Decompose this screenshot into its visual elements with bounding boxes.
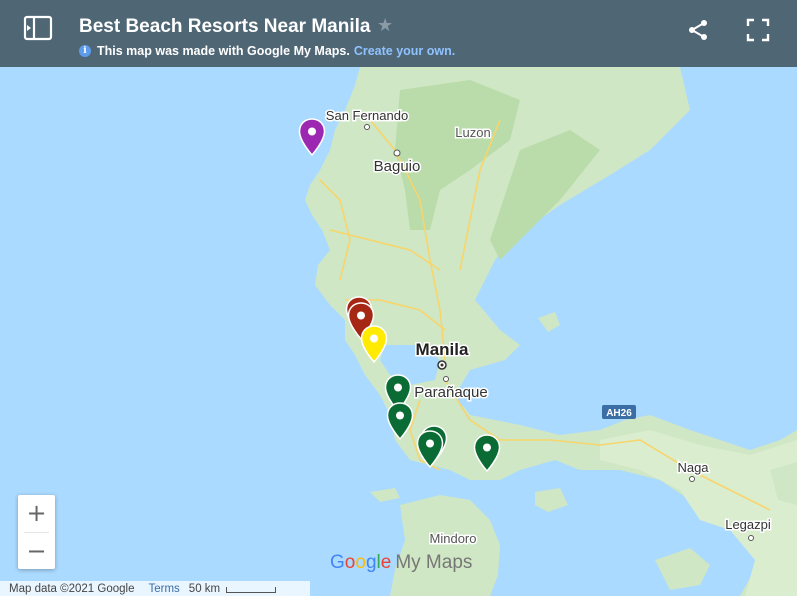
yellow-pin[interactable]: [360, 325, 388, 363]
fullscreen-icon[interactable]: [745, 17, 771, 43]
my-maps-text: My Maps: [395, 552, 473, 573]
create-own-link[interactable]: Create your own.: [354, 44, 455, 58]
legazpi-dot: [748, 535, 754, 541]
sidebar-toggle-icon[interactable]: [22, 14, 54, 42]
paranaque-dot: [443, 376, 449, 382]
luzon-label: Luzon: [455, 125, 490, 140]
map-canvas[interactable]: AH26 San Fernando Luzon Baguio Manila Pa…: [0, 0, 797, 596]
star-icon[interactable]: ★: [377, 15, 393, 36]
ah26-label: AH26: [606, 408, 632, 419]
terms-link[interactable]: Terms: [148, 583, 179, 595]
green-pin-2[interactable]: [386, 402, 414, 440]
info-icon: i: [79, 45, 91, 57]
manila-center-dot: [440, 363, 444, 367]
purple-pin[interactable]: [298, 118, 326, 156]
paranaque-label: Parañaque: [414, 384, 487, 401]
legazpi-label: Legazpi: [725, 517, 771, 532]
map-title: Best Beach Resorts Near Manila: [79, 16, 371, 37]
green-pin-4[interactable]: [416, 430, 444, 468]
baguio-label: Baguio: [374, 158, 421, 175]
naga-dot: [689, 476, 695, 482]
scale-text: 50 km: [188, 582, 221, 595]
share-icon[interactable]: [686, 18, 710, 42]
baguio-dot: [393, 149, 401, 157]
zoom-control: + −: [18, 495, 55, 569]
naga-label: Naga: [677, 460, 709, 475]
map-data-text: Map data ©2021 Google: [9, 582, 135, 595]
green-pin-5[interactable]: [473, 434, 501, 472]
zoom-in-button[interactable]: +: [18, 495, 55, 531]
google-my-maps-logo: Google My Maps: [330, 552, 473, 573]
info-line: i This map was made with Google My Maps.…: [79, 44, 455, 58]
info-text: This map was made with Google My Maps.: [97, 44, 350, 58]
manila-label: Manila: [416, 340, 469, 359]
san-fernando-dot: [364, 124, 370, 130]
zoom-out-button[interactable]: −: [18, 533, 55, 569]
san-fernando-label: San Fernando: [326, 108, 408, 123]
map-header: Best Beach Resorts Near Manila ★ i This …: [0, 0, 797, 67]
scale-bar: [226, 587, 277, 593]
mindoro-label: Mindoro: [430, 531, 477, 546]
attribution-bar: Map data ©2021 Google Terms 50 km: [0, 581, 310, 596]
